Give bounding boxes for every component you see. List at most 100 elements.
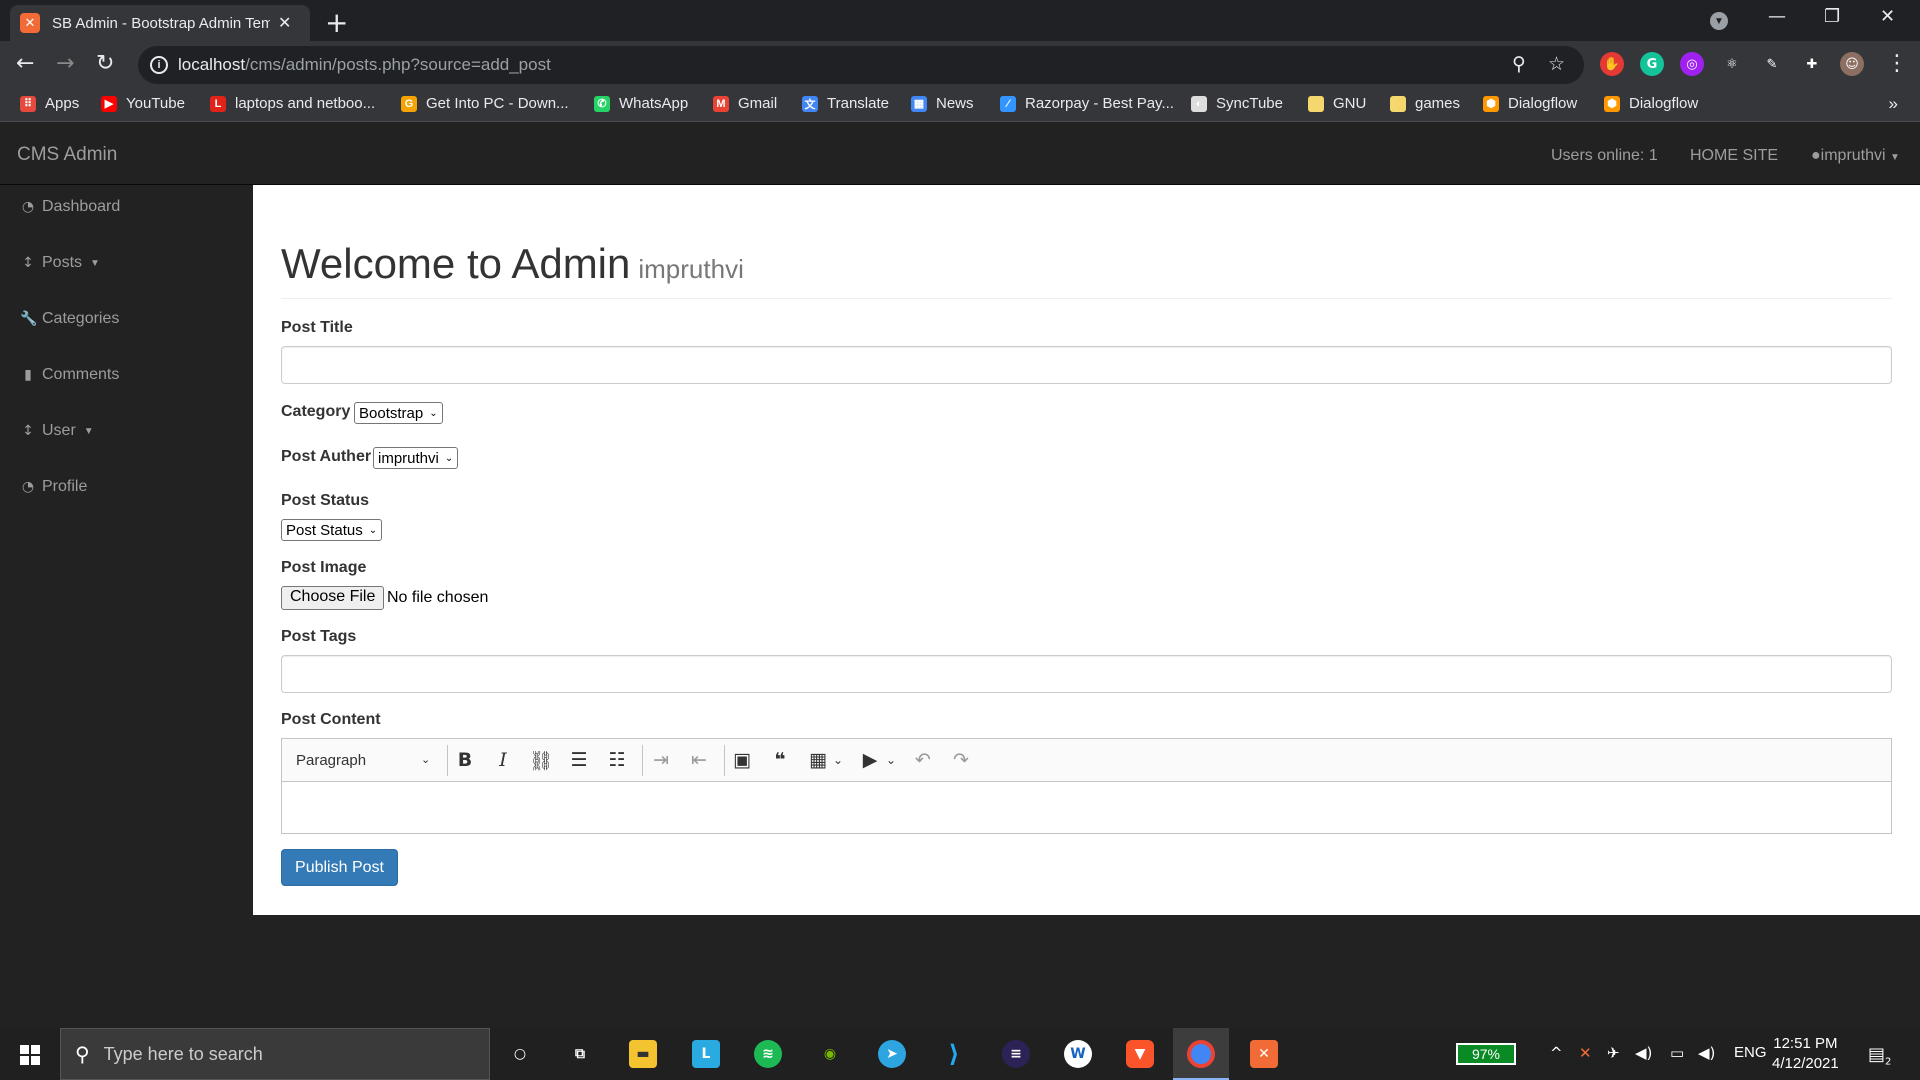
sidebar-item-categories[interactable]: 🔧 Categories [20, 310, 119, 328]
bookmark-item[interactable]: ▦ News [911, 95, 974, 112]
language-indicator[interactable]: ENG [1734, 1044, 1767, 1061]
undo-icon[interactable]: ↶ [910, 749, 936, 771]
battery-tray-icon[interactable]: ▭ [1670, 1044, 1684, 1062]
restore-icon[interactable]: ❐ [1824, 6, 1840, 27]
notifications-icon[interactable]: ▤2 [1868, 1044, 1891, 1068]
bookmark-label: Dialogflow [1508, 95, 1578, 112]
sidebar-item-dashboard[interactable]: ◔ Dashboard [20, 198, 120, 216]
brand-link[interactable]: CMS Admin [17, 144, 117, 166]
extensions-puzzle-icon[interactable]: ✚ [1800, 52, 1824, 76]
address-bar[interactable]: i localhost/cms/admin/posts.php?source=a… [138, 46, 1584, 84]
profile-avatar[interactable]: ☺ [1840, 52, 1864, 76]
tray-expand-icon[interactable]: ^ [1550, 1044, 1563, 1062]
speaker-icon[interactable]: ◀) [1698, 1044, 1715, 1062]
brave-icon[interactable]: ▼ [1126, 1040, 1154, 1068]
heading-dropdown[interactable]: Paragraph [296, 752, 366, 769]
eclipse-icon[interactable]: ≡ [1002, 1040, 1030, 1068]
sidebar-item-comments[interactable]: ▮ Comments [20, 366, 119, 384]
forward-icon[interactable]: → [56, 51, 74, 76]
minimize-icon[interactable]: — [1768, 6, 1786, 27]
post-title-input[interactable] [281, 346, 1892, 384]
chrome-menu-icon[interactable]: ⋮ [1886, 51, 1908, 76]
bookmark-item[interactable]: ⁄ Razorpay - Best Pay... [1000, 95, 1174, 112]
sidebar-item-posts[interactable]: ↕ Posts ▼ [20, 254, 100, 272]
bookmark-item[interactable]: Llaptops and netboo... [210, 95, 375, 112]
category-select[interactable]: Bootstrap ⌄ [354, 402, 443, 424]
xampp-icon[interactable]: ✕ [1250, 1040, 1278, 1068]
italic-icon[interactable]: I [490, 749, 516, 771]
user-dropdown[interactable]: ●impruthvi ▼ [1811, 147, 1900, 165]
home-site-link[interactable]: HOME SITE [1690, 147, 1778, 165]
info-icon[interactable]: i [150, 56, 168, 74]
nvidia-icon[interactable]: ◉ [816, 1040, 844, 1068]
back-icon[interactable]: ← [16, 51, 34, 76]
publish-post-button[interactable]: Publish Post [281, 849, 398, 886]
bold-icon[interactable]: B [452, 749, 478, 771]
author-select[interactable]: impruthvi ⌄ [373, 447, 459, 469]
taskbar-search-box[interactable]: ⚲ Type here to search [60, 1028, 490, 1080]
bookmark-item[interactable]: ⠿ Apps [20, 95, 79, 112]
url-text[interactable]: localhost/cms/admin/posts.php?source=add… [178, 55, 551, 75]
caret-down-icon: ▼ [90, 257, 100, 269]
browser-tab[interactable]: ✕ SB Admin - Bootstrap Admin Template ✕ [10, 5, 310, 41]
chevron-down-icon[interactable]: ⌄ [825, 753, 851, 767]
bookmark-item[interactable]: ▶ YouTube [101, 95, 185, 112]
bookmark-item[interactable]: ⬢ Dialogflow [1483, 95, 1577, 112]
close-tab-icon[interactable]: ✕ [278, 13, 291, 33]
tab-search-icon[interactable]: ▼ [1710, 12, 1728, 30]
pen-icon[interactable]: ✎ [1760, 52, 1784, 76]
reload-icon[interactable]: ↻ [96, 51, 114, 76]
indent-icon[interactable]: ⇥ [648, 749, 674, 771]
bookmark-item[interactable]: M Gmail [713, 95, 777, 112]
more-bookmarks-icon[interactable]: » [1889, 94, 1898, 114]
redo-icon[interactable]: ↷ [948, 749, 974, 771]
chevron-down-icon[interactable]: ⌄ [421, 753, 430, 766]
sidebar-item-user[interactable]: ↕ User ▼ [20, 422, 94, 440]
numbered-list-icon[interactable]: ☷ [604, 749, 630, 771]
bookmark-item[interactable]: ⬢ Dialogflow [1604, 95, 1698, 112]
grammarly-icon[interactable]: G [1640, 52, 1664, 76]
choose-file-button[interactable]: Choose File [281, 586, 385, 610]
sidebar-item-profile[interactable]: ◔ Profile [20, 478, 87, 496]
task-view-icon[interactable]: ⧉ [566, 1040, 594, 1068]
lens-app-icon[interactable]: L [692, 1040, 720, 1068]
link-icon[interactable]: ⛓ [528, 749, 554, 772]
chevron-down-icon[interactable]: ⌄ [878, 753, 904, 767]
react-devtools-icon[interactable]: ⚛ [1720, 52, 1744, 76]
editor-body[interactable] [282, 782, 1891, 833]
bookmark-star-icon[interactable]: ☆ [1548, 53, 1565, 75]
bookmark-item[interactable]: G Get Into PC - Down... [401, 95, 569, 112]
extension-icon[interactable]: ✋ [1600, 52, 1624, 76]
bookmark-item[interactable]: ✆ WhatsApp [594, 95, 688, 112]
clock[interactable]: 12:51 PM 4/12/2021 [1772, 1034, 1839, 1074]
airplane-icon[interactable]: ✈ [1607, 1044, 1620, 1062]
cortana-icon[interactable]: ○ [506, 1040, 534, 1068]
xampp-tray-icon[interactable]: ✕ [1579, 1044, 1592, 1062]
close-window-icon[interactable]: ✕ [1880, 6, 1895, 27]
volume-icon[interactable]: ◀) [1635, 1044, 1652, 1062]
telegram-icon[interactable]: ➤ [878, 1040, 906, 1068]
file-explorer-icon[interactable]: ▬ [629, 1040, 657, 1068]
bookmark-item[interactable]: GNU [1308, 95, 1366, 112]
bookmark-item[interactable]: ◐ SyncTube [1191, 95, 1283, 112]
wordweb-icon[interactable]: W [1064, 1040, 1092, 1068]
status-select[interactable]: Post Status ⌄ [281, 519, 383, 541]
sidebar-item-label: Dashboard [42, 198, 121, 215]
extension-icon[interactable]: ◎ [1680, 52, 1704, 76]
bulleted-list-icon[interactable]: ☰ [566, 749, 592, 771]
windows-start-icon[interactable] [20, 1045, 40, 1065]
new-tab-button[interactable]: + [325, 6, 348, 39]
spotify-icon[interactable]: ≋ [754, 1040, 782, 1068]
chrome-icon[interactable] [1187, 1040, 1215, 1068]
folder-icon [1390, 95, 1406, 112]
zoom-icon[interactable]: ⚲ [1512, 53, 1526, 75]
blockquote-icon[interactable]: ❝ [767, 749, 793, 771]
bookmark-item[interactable]: games [1390, 95, 1460, 112]
image-icon[interactable]: ▣ [729, 749, 755, 771]
vscode-icon[interactable]: ⟩ [940, 1040, 968, 1068]
battery-indicator[interactable]: 97% [1456, 1043, 1516, 1065]
sidebar-item-label: Comments [42, 366, 120, 383]
bookmark-item[interactable]: 文 Translate [802, 95, 889, 112]
post-tags-input[interactable] [281, 655, 1892, 693]
outdent-icon[interactable]: ⇤ [686, 749, 712, 771]
